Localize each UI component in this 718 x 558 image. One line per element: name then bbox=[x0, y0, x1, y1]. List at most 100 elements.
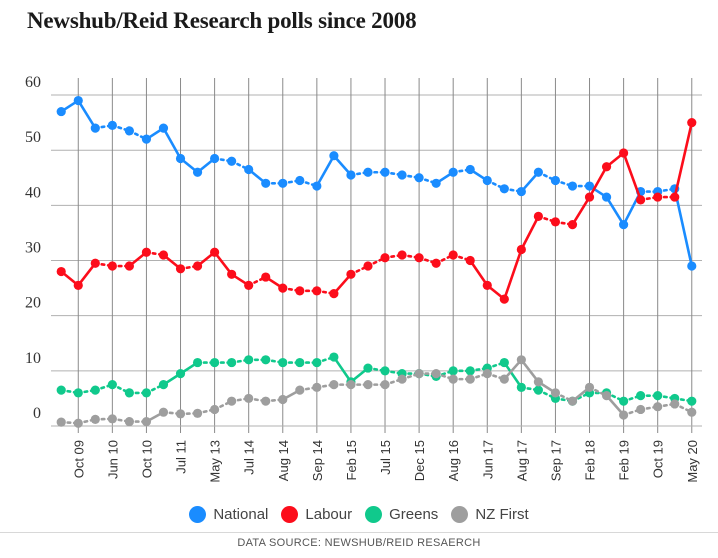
data-point bbox=[499, 184, 509, 194]
footer-divider bbox=[0, 532, 718, 533]
data-point bbox=[414, 173, 424, 183]
x-axis-tick-label: Jun 10 bbox=[105, 440, 120, 479]
data-point bbox=[601, 192, 612, 202]
data-point bbox=[653, 391, 663, 401]
data-point bbox=[192, 357, 203, 368]
data-point bbox=[210, 153, 220, 164]
data-point bbox=[448, 167, 458, 177]
data-point bbox=[158, 250, 169, 260]
data-point bbox=[244, 280, 254, 290]
data-point bbox=[567, 396, 578, 406]
data-point bbox=[107, 380, 117, 390]
poll-line-chart: 0 10 20 30 40 50 60 Oct 09 Jun 10 Oct 10 Jul 11 May… bbox=[25, 74, 702, 483]
data-point bbox=[636, 391, 646, 401]
x-axis-tick-label: Feb 15 bbox=[344, 440, 359, 480]
data-point bbox=[73, 280, 83, 290]
data-point bbox=[687, 261, 697, 271]
data-point bbox=[346, 269, 356, 279]
data-point bbox=[516, 186, 526, 197]
data-point bbox=[363, 363, 373, 373]
data-point bbox=[141, 388, 152, 398]
legend-label-greens: Greens bbox=[389, 505, 439, 523]
data-point bbox=[244, 164, 254, 175]
data-point bbox=[329, 289, 339, 299]
data-point bbox=[158, 123, 169, 133]
series-national bbox=[56, 95, 697, 271]
y-axis-tick-label: 60 bbox=[25, 74, 41, 91]
x-axis-tick-label: Dec 15 bbox=[412, 440, 427, 481]
data-point bbox=[175, 409, 186, 419]
data-point bbox=[380, 253, 390, 263]
data-point bbox=[107, 120, 117, 130]
legend-swatch-national bbox=[189, 505, 207, 523]
data-point bbox=[533, 385, 543, 395]
data-source-note: DATA SOURCE: NEWSHUB/REID RESAERCH bbox=[237, 537, 481, 549]
data-point bbox=[90, 123, 100, 133]
data-point bbox=[653, 192, 663, 202]
data-point bbox=[227, 269, 237, 279]
data-point bbox=[278, 283, 288, 293]
legend-swatch-nzfirst bbox=[451, 505, 469, 523]
data-point bbox=[567, 220, 578, 230]
data-point bbox=[261, 396, 271, 406]
legend-item-nzfirst[interactable]: NZ First bbox=[451, 505, 529, 523]
data-point bbox=[56, 266, 66, 277]
y-axis-tick-label: 10 bbox=[25, 350, 41, 367]
data-point bbox=[312, 357, 322, 368]
data-point bbox=[107, 261, 117, 271]
data-point bbox=[56, 385, 66, 395]
data-point bbox=[619, 396, 629, 406]
data-point bbox=[329, 380, 339, 390]
data-point bbox=[90, 385, 100, 395]
x-axis-tick-label: Sep 14 bbox=[310, 440, 325, 481]
data-point bbox=[210, 357, 220, 368]
legend-label-labour: Labour bbox=[305, 505, 353, 523]
data-point bbox=[516, 355, 526, 365]
data-point bbox=[73, 418, 83, 428]
data-point bbox=[584, 382, 595, 392]
data-point bbox=[397, 250, 407, 260]
legend-item-national[interactable]: National bbox=[189, 505, 268, 523]
x-axis-tick-label: Jul 15 bbox=[378, 440, 393, 475]
data-point bbox=[175, 368, 186, 379]
x-axis-tick-label: Feb 18 bbox=[583, 440, 598, 480]
data-point bbox=[397, 374, 407, 384]
data-point bbox=[158, 407, 169, 417]
data-point bbox=[550, 217, 561, 227]
data-point bbox=[431, 178, 441, 188]
data-point bbox=[124, 261, 134, 271]
data-point bbox=[90, 258, 100, 268]
data-point bbox=[210, 404, 220, 415]
data-point bbox=[636, 404, 646, 415]
data-point bbox=[431, 258, 441, 268]
x-axis-tick-label: Jul 11 bbox=[174, 440, 189, 474]
data-point bbox=[261, 272, 271, 282]
data-point bbox=[278, 178, 288, 188]
data-point bbox=[56, 106, 66, 117]
series-labour bbox=[56, 118, 697, 304]
data-point bbox=[158, 380, 169, 390]
data-point bbox=[124, 126, 134, 136]
data-point bbox=[295, 286, 305, 296]
data-point bbox=[533, 211, 543, 221]
data-point bbox=[448, 374, 458, 384]
data-point bbox=[550, 175, 561, 186]
data-point bbox=[261, 178, 271, 188]
data-point bbox=[550, 388, 561, 398]
data-point bbox=[295, 357, 305, 368]
legend-item-labour[interactable]: Labour bbox=[281, 505, 353, 523]
data-point bbox=[295, 175, 305, 186]
legend-item-greens[interactable]: Greens bbox=[365, 505, 439, 523]
data-point bbox=[175, 264, 186, 274]
data-point bbox=[107, 414, 117, 424]
data-point bbox=[278, 357, 288, 368]
data-point bbox=[124, 388, 134, 398]
data-point bbox=[192, 261, 203, 271]
x-axis-tick-label: Oct 10 bbox=[139, 440, 154, 478]
y-axis-tick-label: 0 bbox=[33, 405, 41, 422]
data-point bbox=[431, 368, 441, 379]
data-point bbox=[312, 181, 322, 191]
data-point bbox=[363, 380, 373, 390]
data-point bbox=[295, 385, 305, 395]
data-point bbox=[584, 192, 595, 202]
